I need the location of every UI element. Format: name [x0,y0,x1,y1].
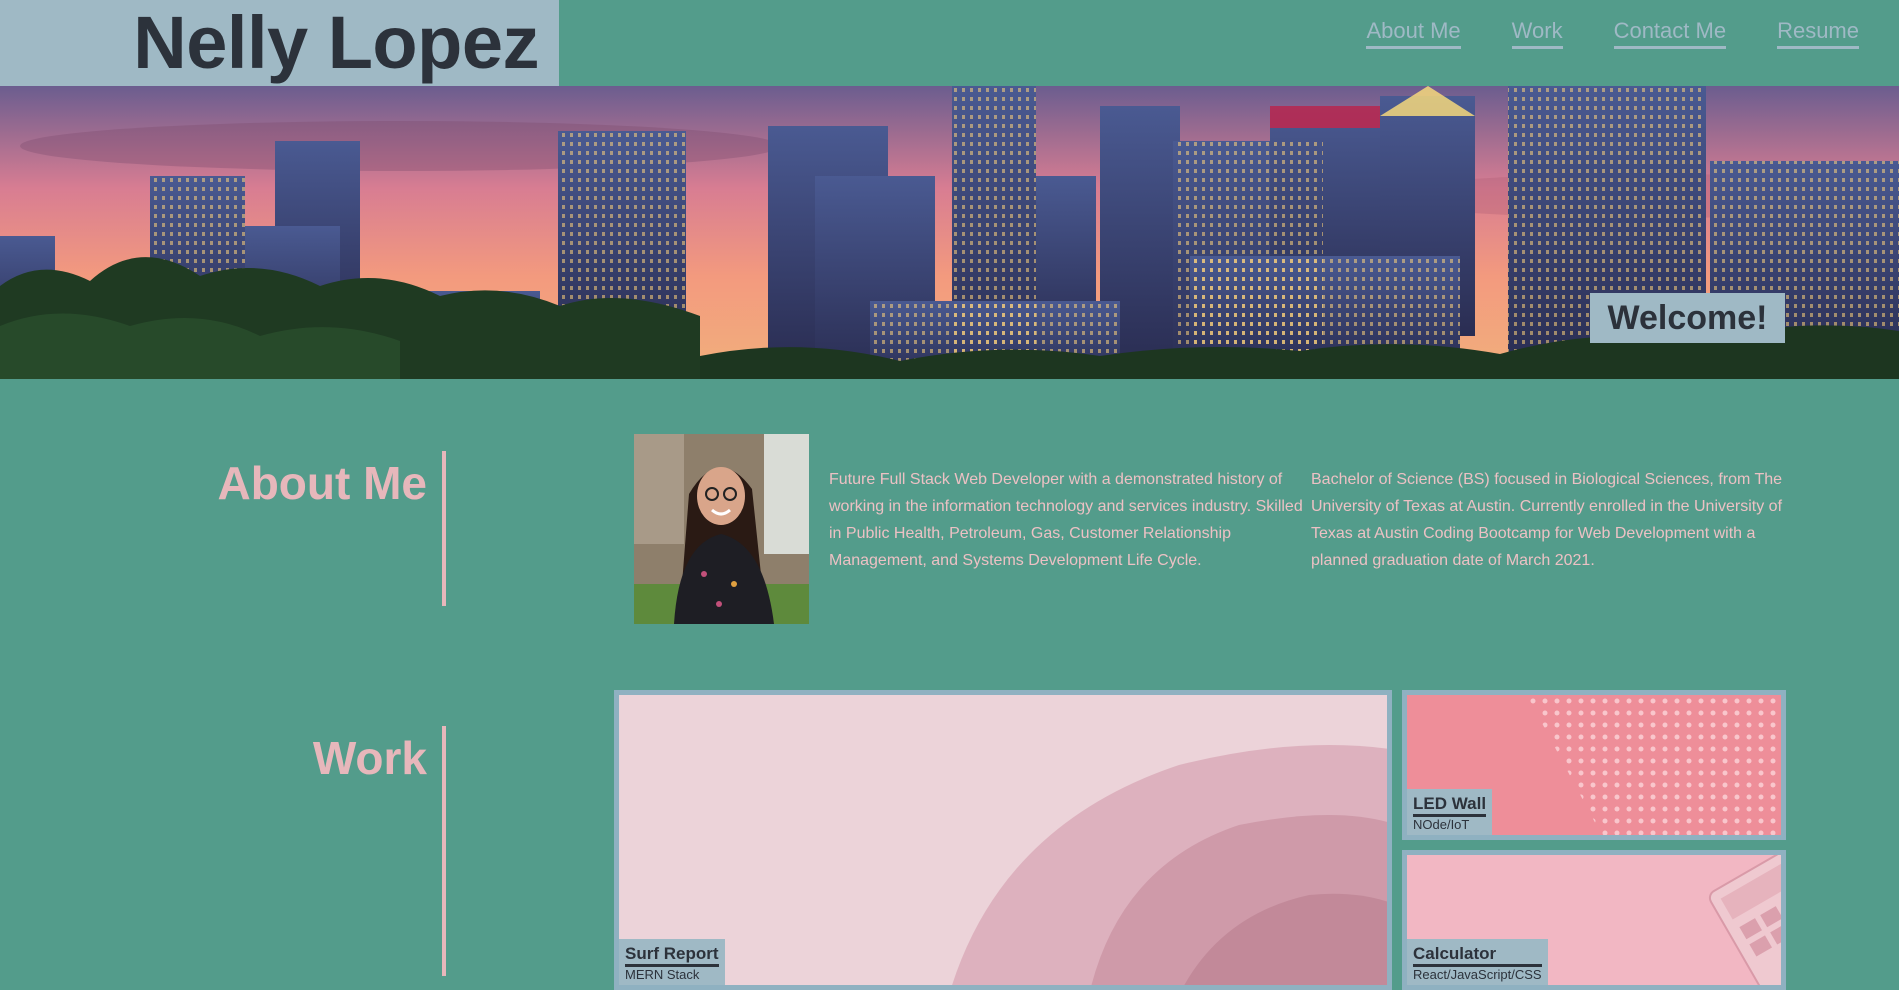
profile-photo [634,434,809,624]
project-card-calculator[interactable]: Calculator React/JavaScript/CSS [1402,850,1786,990]
project-label-surf-report: Surf Report MERN Stack [619,939,725,985]
nav-link-resume[interactable]: Resume [1777,18,1859,49]
nav-link-about[interactable]: About Me [1366,18,1461,49]
main-nav: About Me Work Contact Me Resume [1315,18,1859,49]
about-section-divider [442,451,446,606]
project-title: Calculator [1413,944,1542,967]
site-header: Nelly Lopez About Me Work Contact Me Res… [0,0,1899,86]
hero-banner: Welcome! [0,86,1899,379]
work-section-title: Work [312,732,427,784]
surf-wave-image [619,695,1387,985]
project-card-led-wall[interactable]: LED Wall NOde/IoT [1402,690,1786,840]
welcome-badge: Welcome! [1590,293,1785,343]
project-stack: React/JavaScript/CSS [1413,967,1542,982]
about-paragraph-1: Future Full Stack Web Developer with a d… [829,471,1303,569]
project-title: LED Wall [1413,794,1487,817]
about-paragraph-2: Bachelor of Science (BS) focused in Biol… [1311,471,1783,569]
project-label-led-wall: LED Wall NOde/IoT [1407,789,1493,835]
site-name[interactable]: Nelly Lopez [0,0,559,86]
about-section-title: About Me [217,457,427,509]
nav-link-contact[interactable]: Contact Me [1613,18,1727,49]
project-stack: MERN Stack [625,967,700,982]
project-stack: NOde/IoT [1413,817,1470,832]
nav-link-work[interactable]: Work [1511,18,1563,49]
project-title: Surf Report [625,944,719,967]
work-section-divider [442,726,446,976]
project-card-surf-report[interactable]: Surf Report MERN Stack [614,690,1392,990]
project-label-calculator: Calculator React/JavaScript/CSS [1407,939,1548,985]
